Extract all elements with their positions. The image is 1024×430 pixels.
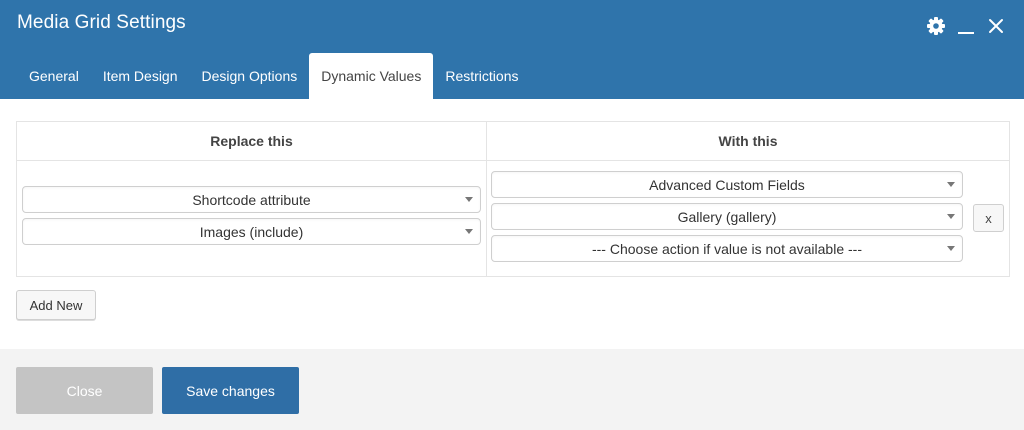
- tab-general[interactable]: General: [17, 53, 91, 99]
- with-source-select[interactable]: Advanced Custom Fields: [491, 171, 963, 198]
- with-column-header: With this: [718, 133, 778, 149]
- save-changes-button[interactable]: Save changes: [162, 367, 299, 414]
- remove-row-button[interactable]: x: [973, 204, 1004, 232]
- gear-icon[interactable]: [926, 16, 946, 36]
- dialog-title: Media Grid Settings: [17, 12, 186, 33]
- tab-item-design[interactable]: Item Design: [91, 53, 190, 99]
- window-controls: [926, 14, 1006, 38]
- chevron-down-icon: [947, 246, 955, 251]
- fallback-action-select[interactable]: --- Choose action if value is not availa…: [491, 235, 963, 262]
- chevron-down-icon: [947, 182, 955, 187]
- chevron-down-icon: [465, 197, 473, 202]
- dialog-footer: Close Save changes: [0, 349, 1024, 430]
- dialog-header: Media Grid Settings General Item Design: [0, 0, 1024, 99]
- close-button[interactable]: Close: [16, 367, 153, 414]
- replace-column-header: Replace this: [210, 133, 293, 149]
- tab-bar: General Item Design Design Options Dynam…: [17, 53, 531, 99]
- chevron-down-icon: [465, 229, 473, 234]
- add-new-button[interactable]: Add New: [16, 290, 96, 320]
- replace-source-select[interactable]: Shortcode attribute: [22, 186, 481, 213]
- header-divider: [17, 160, 1009, 161]
- replace-field-value: Images (include): [199, 223, 304, 240]
- tab-design-options[interactable]: Design Options: [190, 53, 310, 99]
- minimize-icon[interactable]: [956, 16, 976, 36]
- with-source-value: Advanced Custom Fields: [649, 176, 805, 193]
- replace-field-select[interactable]: Images (include): [22, 218, 481, 245]
- close-icon[interactable]: [986, 16, 1006, 36]
- chevron-down-icon: [947, 214, 955, 219]
- with-field-select[interactable]: Gallery (gallery): [491, 203, 963, 230]
- replace-source-value: Shortcode attribute: [192, 191, 311, 208]
- tab-restrictions[interactable]: Restrictions: [433, 53, 530, 99]
- fallback-action-value: --- Choose action if value is not availa…: [591, 240, 862, 257]
- with-field-value: Gallery (gallery): [677, 208, 777, 225]
- tab-dynamic-values[interactable]: Dynamic Values: [309, 53, 434, 99]
